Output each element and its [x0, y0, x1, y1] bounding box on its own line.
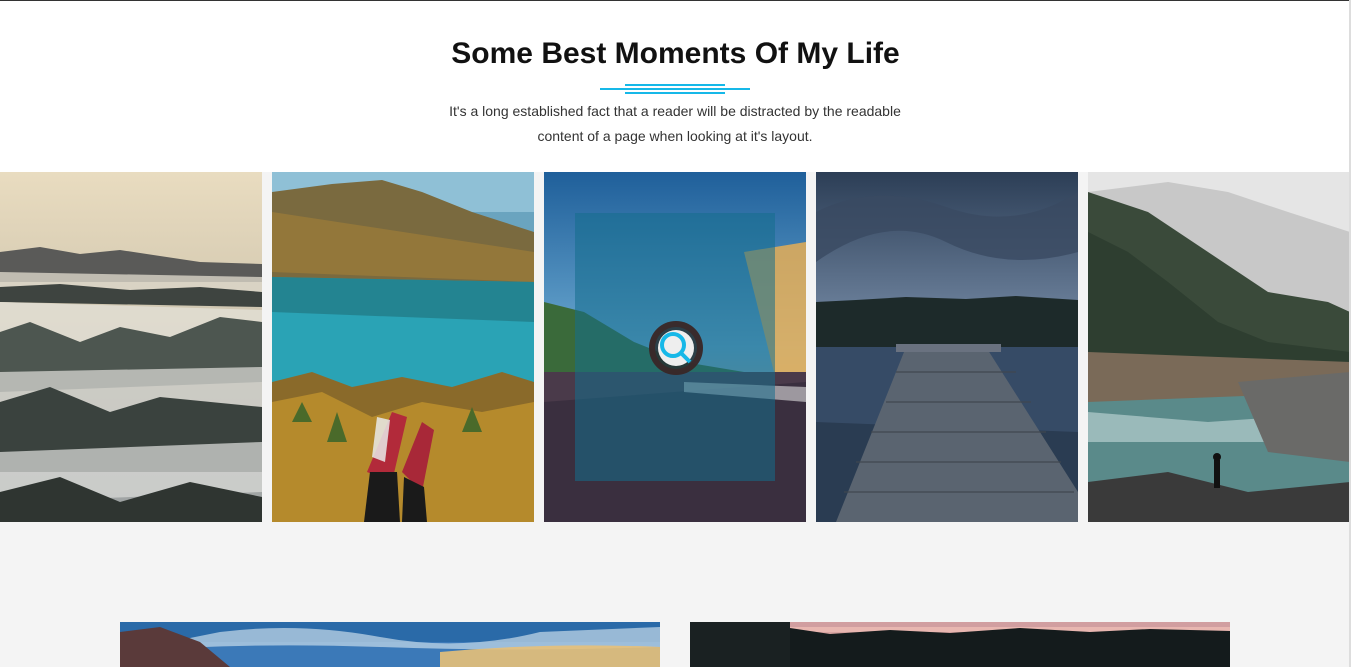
- gallery-image: [816, 172, 1078, 522]
- gallery-item-forest-river[interactable]: [1088, 172, 1350, 522]
- gallery-item-wooden-pier[interactable]: [816, 172, 1078, 522]
- search-icon: [660, 332, 692, 364]
- zoom-button[interactable]: [649, 321, 703, 375]
- gallery-intro: Some Best Moments Of My Life It's a long…: [0, 1, 1351, 172]
- featured-image-coastal[interactable]: [120, 622, 660, 667]
- title-divider: [600, 84, 750, 94]
- gallery-image: [272, 172, 534, 522]
- featured-image-forest-lake[interactable]: [690, 622, 1230, 667]
- section-description: It's a long established fact that a read…: [449, 103, 901, 144]
- gallery-item-coastal-road[interactable]: [544, 172, 806, 522]
- gallery-image: [1088, 172, 1350, 522]
- gallery-item-foggy-valley[interactable]: [0, 172, 262, 522]
- photo-gallery: [0, 172, 1351, 522]
- featured-image: [690, 622, 1230, 667]
- gallery-image: [0, 172, 262, 522]
- section-title: Some Best Moments Of My Life: [451, 37, 900, 70]
- gallery-item-mountain-lake[interactable]: [272, 172, 534, 522]
- featured-image: [120, 622, 660, 667]
